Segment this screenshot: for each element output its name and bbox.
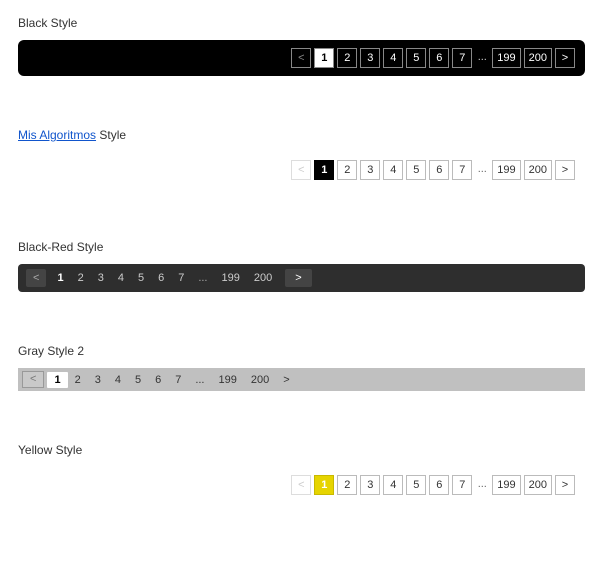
pager: <1234567...199200> xyxy=(291,160,575,180)
pagination-style-darkred: Black-Red Style <1234567...199200 > xyxy=(18,240,585,292)
page-link[interactable]: 7 xyxy=(452,475,472,495)
page-link[interactable]: 200 xyxy=(524,160,552,180)
pagination-style-black: Black Style <1234567...199200> xyxy=(18,16,585,76)
page-link[interactable]: 7 xyxy=(452,48,472,68)
page-link[interactable]: 199 xyxy=(492,160,520,180)
page-link[interactable]: 2 xyxy=(337,475,357,495)
page-link[interactable]: 200 xyxy=(524,48,552,68)
pagination-bar: <1234567...199200> xyxy=(18,40,585,76)
pagination-style-yellow: Yellow Style <1234567...199200> xyxy=(18,443,585,503)
pagination-bar: <1234567...199200 > xyxy=(18,264,585,292)
style-title-text: Gray Style 2 xyxy=(18,344,84,358)
page-link[interactable]: 7 xyxy=(452,160,472,180)
page-link[interactable]: 199 xyxy=(492,48,520,68)
page-link[interactable]: 5 xyxy=(406,160,426,180)
pager: <1234567...199200> xyxy=(22,371,297,388)
page-link[interactable]: 5 xyxy=(406,475,426,495)
style-title: Yellow Style xyxy=(18,443,585,457)
page-link[interactable]: 200 xyxy=(524,475,552,495)
page-link[interactable]: 6 xyxy=(429,160,449,180)
page-link[interactable]: 3 xyxy=(88,372,108,388)
page-link[interactable]: 4 xyxy=(108,372,128,388)
prev-button: < xyxy=(291,160,311,180)
prev-button: < xyxy=(22,371,44,388)
style-title-text: Yellow Style xyxy=(18,443,82,457)
page-link[interactable]: 3 xyxy=(360,160,380,180)
prev-button: < xyxy=(291,48,311,68)
style-title: Black-Red Style xyxy=(18,240,585,254)
style-title-text: Black Style xyxy=(18,16,77,30)
page-link[interactable]: 199 xyxy=(211,372,243,388)
page-link[interactable]: 4 xyxy=(383,48,403,68)
next-button[interactable]: > xyxy=(555,48,575,68)
ellipsis: ... xyxy=(191,269,214,287)
page-link[interactable]: 6 xyxy=(151,269,171,287)
page-link[interactable]: 5 xyxy=(128,372,148,388)
next-button[interactable]: > xyxy=(276,372,296,388)
page-link[interactable]: 3 xyxy=(91,269,111,287)
pagination-style-mis: Mis Algoritmos Style <1234567...199200> xyxy=(18,128,585,188)
ellipsis: ... xyxy=(475,475,489,495)
next-button[interactable]: > xyxy=(285,269,311,287)
pager: <1234567...199200> xyxy=(291,48,575,68)
page-link[interactable]: 199 xyxy=(214,269,246,287)
page-current: 1 xyxy=(314,160,334,180)
pagination-bar: <1234567...199200> xyxy=(18,152,585,188)
style-title: Gray Style 2 xyxy=(18,344,585,358)
page-link[interactable]: 199 xyxy=(492,475,520,495)
page-link[interactable]: 2 xyxy=(337,48,357,68)
style-title: Black Style xyxy=(18,16,585,30)
page-link[interactable]: 5 xyxy=(131,269,151,287)
page-link[interactable]: 6 xyxy=(429,475,449,495)
page-link[interactable]: 200 xyxy=(247,269,279,287)
pagination-bar: <1234567...199200> xyxy=(18,368,585,391)
page-link[interactable]: 3 xyxy=(360,475,380,495)
page-link[interactable]: 7 xyxy=(171,269,191,287)
next-button[interactable]: > xyxy=(555,160,575,180)
page-link[interactable]: 200 xyxy=(244,372,276,388)
page-current: 1 xyxy=(314,475,334,495)
pagination-bar: <1234567...199200> xyxy=(18,467,585,503)
page-link[interactable]: 4 xyxy=(383,475,403,495)
pager: <1234567...199200> xyxy=(291,475,575,495)
next-button[interactable]: > xyxy=(555,475,575,495)
ellipsis: ... xyxy=(475,48,489,68)
pager: <1234567...199200 > xyxy=(26,269,312,287)
prev-button: < xyxy=(26,269,46,287)
style-title-text: Style xyxy=(96,128,126,142)
page-link[interactable]: 4 xyxy=(111,269,131,287)
page-link[interactable]: 6 xyxy=(148,372,168,388)
pagination-style-gray2: Gray Style 2 <1234567...199200> xyxy=(18,344,585,391)
page-link[interactable]: 2 xyxy=(68,372,88,388)
ellipsis: ... xyxy=(188,372,211,388)
prev-button: < xyxy=(291,475,311,495)
page-link[interactable]: 2 xyxy=(337,160,357,180)
page-current: 1 xyxy=(314,48,334,68)
page-current: 1 xyxy=(50,269,70,287)
style-title-link[interactable]: Mis Algoritmos xyxy=(18,128,96,142)
page-current: 1 xyxy=(47,372,67,388)
page-link[interactable]: 5 xyxy=(406,48,426,68)
page-link[interactable]: 4 xyxy=(383,160,403,180)
style-title-text: Black-Red Style xyxy=(18,240,103,254)
page-link[interactable]: 2 xyxy=(71,269,91,287)
page-link[interactable]: 7 xyxy=(168,372,188,388)
page-link[interactable]: 6 xyxy=(429,48,449,68)
style-title: Mis Algoritmos Style xyxy=(18,128,585,142)
ellipsis: ... xyxy=(475,160,489,180)
page-link[interactable]: 3 xyxy=(360,48,380,68)
